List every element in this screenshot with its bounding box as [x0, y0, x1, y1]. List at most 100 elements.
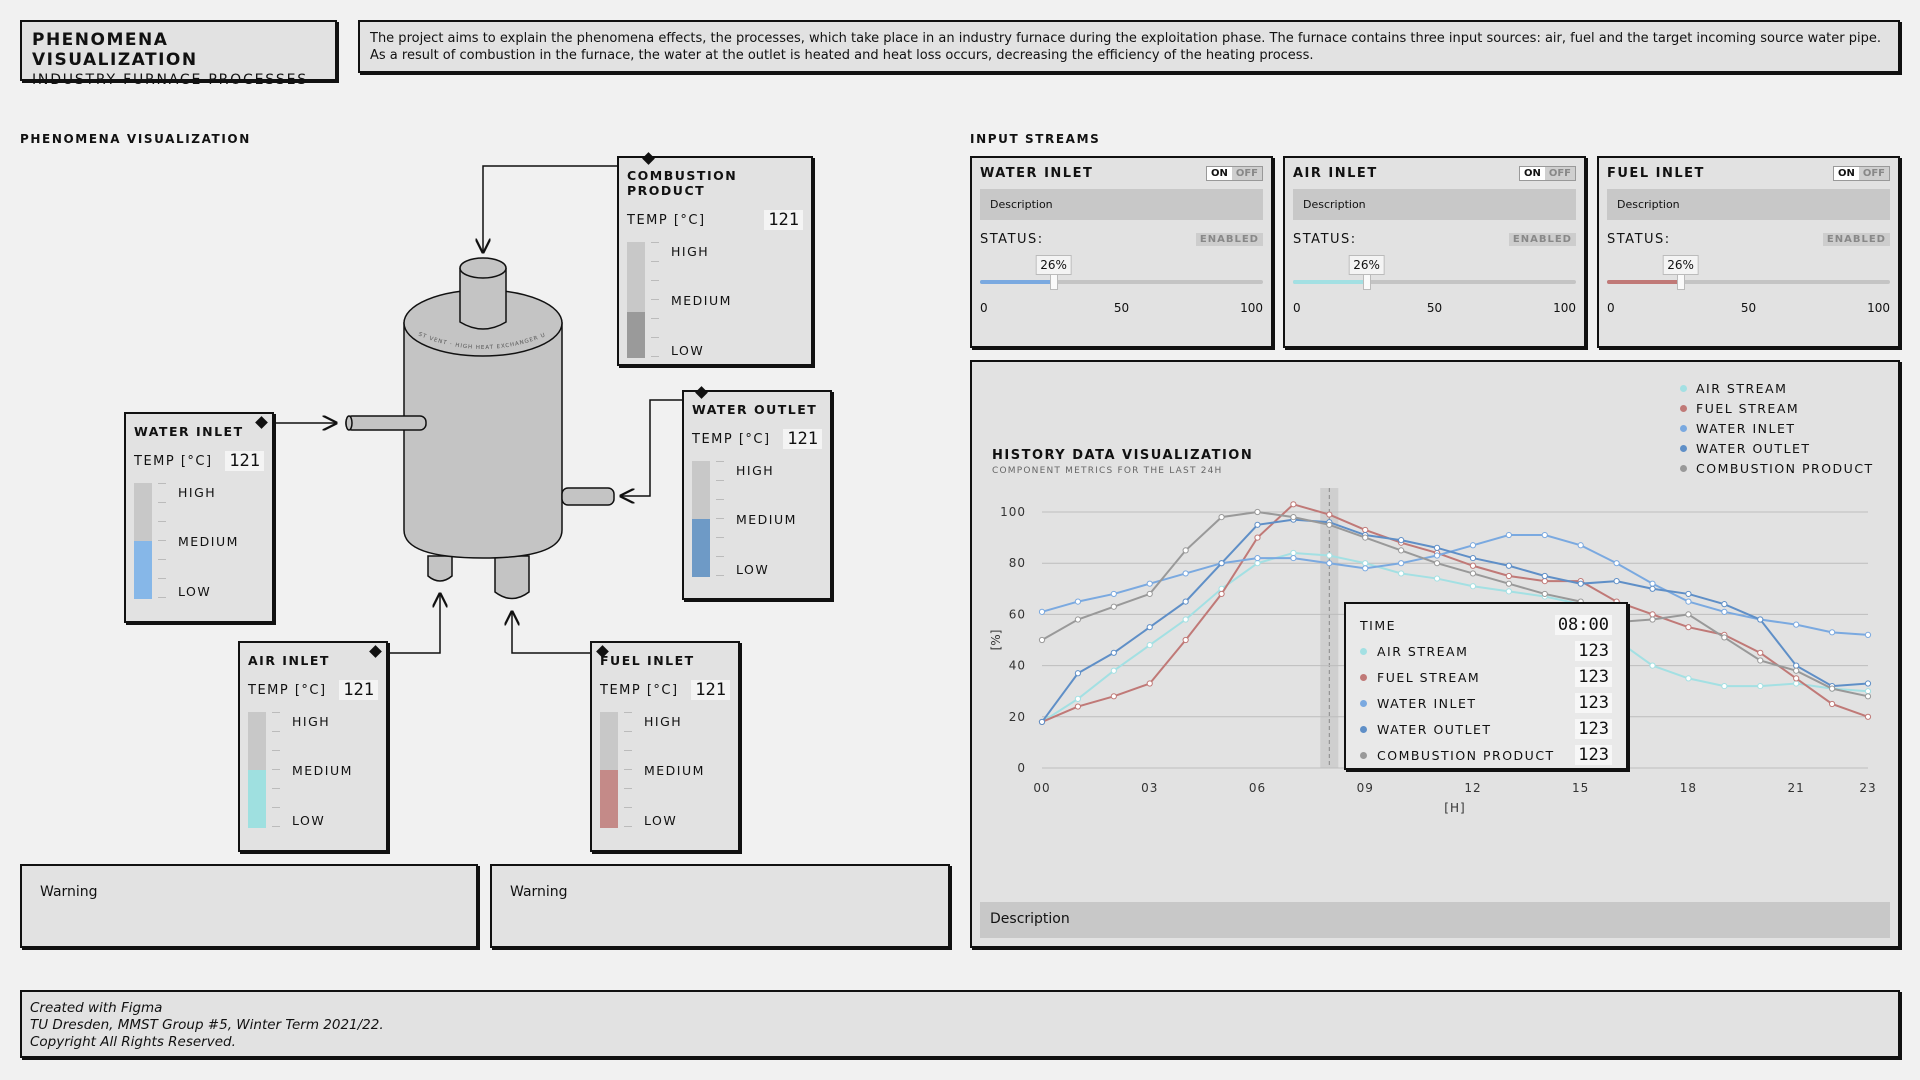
furnace-leg-left	[427, 555, 453, 582]
series-point	[1433, 544, 1441, 551]
series-point	[1362, 565, 1369, 572]
stream-description: Description	[1293, 189, 1576, 220]
series-point	[1290, 514, 1297, 521]
water-outlet-pipe	[561, 487, 615, 506]
y-tick-label: 40	[1009, 659, 1026, 673]
series-point	[1613, 578, 1620, 585]
legend-item: WATER OUTLET	[1680, 438, 1874, 458]
series-point	[1362, 534, 1369, 541]
temp-label: TEMP [°C]	[627, 212, 706, 228]
slider-value-tooltip: 26%	[1662, 255, 1699, 275]
stream-title: FUEL INLET	[1607, 166, 1705, 181]
scale-mid: 50	[1113, 301, 1130, 315]
temp-label: TEMP [°C]	[692, 431, 771, 447]
level-high-label: HIGH	[671, 244, 710, 259]
air-inlet-card: AIR INLET TEMP [°C] 121 HIGH MEDIUM LOW	[238, 641, 388, 852]
level-fill	[600, 770, 618, 828]
warning-text: Warning	[510, 884, 568, 900]
tooltip-series-value: 123	[1575, 641, 1612, 661]
level-gauge: HIGH MEDIUM LOW	[600, 712, 730, 828]
series-point	[1146, 590, 1153, 598]
footer-line: Created with Figma	[30, 1000, 163, 1016]
series-point	[1793, 680, 1800, 687]
tooltip-series-value: 123	[1575, 719, 1612, 739]
legend-dot	[1680, 404, 1687, 412]
scale-mid: 50	[1740, 301, 1757, 315]
tooltip-row: COMBUSTION PRODUCT 123	[1360, 742, 1612, 768]
series-point	[1685, 624, 1692, 631]
series-point	[1469, 583, 1477, 590]
furnace-body	[403, 322, 563, 559]
tooltip-dot	[1360, 647, 1367, 655]
series-point	[1685, 675, 1692, 682]
stream-slider[interactable]: 26% 0 50 100	[1607, 255, 1890, 315]
series-point	[1398, 570, 1405, 577]
footer: Created with Figma TU Dresden, MMST Grou…	[20, 990, 1900, 1058]
slider-thumb[interactable]	[1049, 274, 1058, 290]
series-point	[1182, 616, 1189, 623]
water-outlet-card: WATER OUTLET TEMP [°C] 121 HIGH MEDIUM L…	[682, 386, 832, 600]
series-point	[1721, 608, 1728, 615]
tooltip-time-value: 08:00	[1554, 615, 1612, 635]
combustion-product-card: COMBUSTION PRODUCT TEMP [°C] 121 HIGH ME…	[617, 152, 813, 366]
toggle-on[interactable]: ON	[1206, 167, 1232, 180]
series-point	[1218, 590, 1225, 598]
tooltip-series-name: FUEL STREAM	[1377, 669, 1481, 685]
series-point	[1182, 570, 1189, 577]
series-point	[1757, 682, 1764, 690]
scale-min: 0	[980, 301, 988, 315]
series-point	[1433, 575, 1441, 582]
chart-tooltip: TIME 08:00 AIR STREAM 123 FUEL STREAM 123 WA…	[1344, 602, 1628, 770]
level-low-label: LOW	[644, 813, 678, 828]
series-point	[1290, 549, 1297, 557]
status-badge: ENABLED	[1508, 233, 1576, 246]
x-axis-label: [H]	[1444, 801, 1465, 815]
tooltip-series-name: COMBUSTION PRODUCT	[1377, 747, 1555, 763]
on-off-toggle[interactable]: ON OFF	[1832, 166, 1890, 181]
toggle-off[interactable]: OFF	[1858, 167, 1889, 180]
series-point	[1110, 603, 1117, 610]
x-tick-label: 09	[1357, 781, 1374, 795]
temp-label: TEMP [°C]	[248, 682, 327, 698]
legend-item: AIR STREAM	[1680, 378, 1874, 398]
series-point	[1505, 562, 1512, 569]
series-point	[1110, 693, 1117, 700]
tooltip-row: FUEL STREAM 123	[1360, 664, 1612, 690]
slider-thumb[interactable]	[1362, 274, 1371, 290]
legend-label: COMBUSTION PRODUCT	[1696, 460, 1874, 476]
series-point	[1685, 590, 1692, 598]
tooltip-dot	[1360, 699, 1367, 707]
x-tick-label: 06	[1249, 781, 1266, 795]
series-point	[1146, 580, 1153, 587]
series-point	[1649, 611, 1656, 618]
x-tick-label: 12	[1464, 781, 1481, 795]
x-tick-label: 03	[1141, 781, 1158, 795]
series-point	[1433, 552, 1441, 559]
toggle-on[interactable]: ON	[1519, 167, 1545, 180]
series-point	[1828, 700, 1836, 708]
series-point	[1505, 572, 1512, 580]
on-off-toggle[interactable]: ON OFF	[1205, 166, 1263, 181]
series-point	[1649, 662, 1656, 669]
series-point	[1146, 680, 1153, 687]
toggle-off[interactable]: OFF	[1231, 167, 1262, 180]
level-fill	[692, 519, 710, 577]
level-low-label: LOW	[292, 813, 326, 828]
legend-label: WATER OUTLET	[1696, 440, 1811, 456]
series-point	[1864, 713, 1872, 720]
slider-value-tooltip: 26%	[1035, 255, 1072, 275]
on-off-toggle[interactable]: ON OFF	[1518, 166, 1576, 181]
stream-slider[interactable]: 26% 0 50 100	[1293, 255, 1576, 315]
series-point	[1469, 570, 1477, 577]
toggle-on[interactable]: ON	[1833, 167, 1859, 180]
series-point	[1110, 649, 1117, 656]
level-gauge: HIGH MEDIUM LOW	[248, 712, 378, 828]
series-point	[1110, 590, 1117, 598]
tooltip-row: WATER INLET 123	[1360, 690, 1612, 716]
series-point	[1362, 560, 1369, 567]
toggle-off[interactable]: OFF	[1544, 167, 1575, 180]
series-point	[1254, 554, 1261, 562]
stream-slider[interactable]: 26% 0 50 100	[980, 255, 1263, 315]
slider-thumb[interactable]	[1676, 274, 1685, 290]
card-title: WATER OUTLET	[692, 402, 818, 417]
